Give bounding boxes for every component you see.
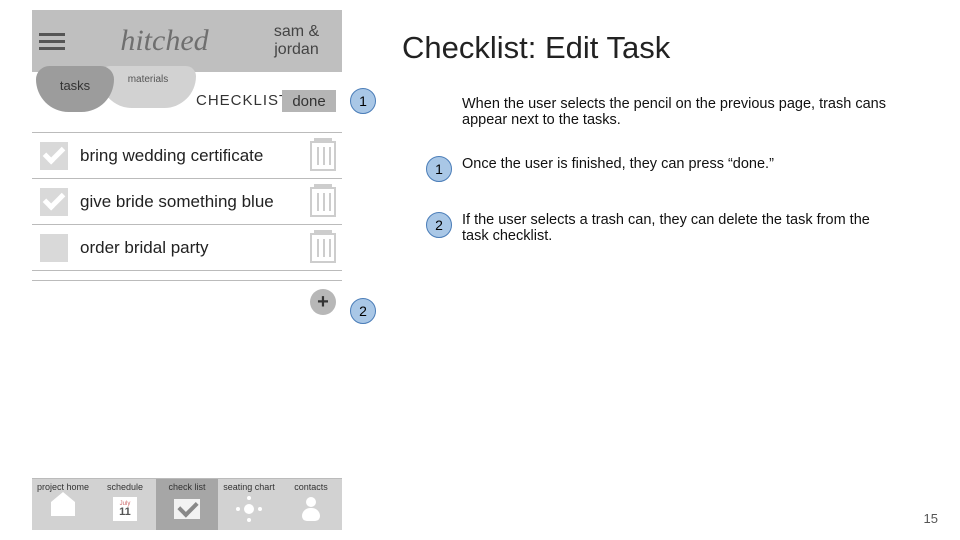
app-title: hitched [72,24,257,58]
task-row: give bride something blue [32,179,342,225]
checklist-icon [172,494,202,524]
nav-checklist[interactable]: check list [156,479,218,530]
callout-1: 1 [350,88,376,114]
nav-project-home[interactable]: project home [32,479,94,530]
task-label: order bridal party [80,238,310,258]
done-button[interactable]: done [282,90,336,112]
task-row: order bridal party [32,225,342,271]
task-label: bring wedding certificate [80,146,310,166]
nav-schedule[interactable]: schedule July11 [94,479,156,530]
annotation-number-icon: 1 [426,156,452,182]
contacts-icon [296,494,326,524]
tabs-row: materials tasks CHECKLISTS done [32,72,342,118]
page-title: Checklist: Edit Task [402,30,936,66]
annotation-2: 2 If the user selects a trash can, they … [416,212,936,244]
checkbox-icon[interactable] [40,234,68,262]
task-list: bring wedding certificate give bride som… [32,132,342,281]
callout-2: 2 [350,298,376,324]
trash-icon[interactable] [310,187,336,217]
task-row: bring wedding certificate [32,133,342,179]
app-mock: hitched sam & jordan materials tasks CHE… [32,10,342,530]
nav-contacts[interactable]: contacts [280,479,342,530]
task-label: give bride something blue [80,192,310,212]
annotation-1: 1 Once the user is finished, they can pr… [416,156,936,182]
app-header: hitched sam & jordan [32,10,342,72]
couple-name: sam & jordan [257,23,342,58]
add-row: + [32,281,342,315]
trash-icon[interactable] [310,233,336,263]
nav-seating-chart[interactable]: seating chart [218,479,280,530]
annotation-text: If the user selects a trash can, they ca… [462,212,882,244]
menu-icon[interactable] [32,33,72,50]
tab-materials[interactable]: materials [100,66,196,108]
checkbox-icon[interactable] [40,142,68,170]
seating-icon [234,494,264,524]
callout-number-icon: 1 [350,88,376,114]
calendar-icon: July11 [110,494,140,524]
callout-number-icon: 2 [350,298,376,324]
explanation-panel: Checklist: Edit Task When the user selec… [342,0,960,540]
bottom-nav: project home schedule July11 check list … [32,478,342,530]
home-icon [48,494,78,524]
annotation-number-icon: 2 [426,212,452,238]
trash-icon[interactable] [310,141,336,171]
intro-text: When the user selects the pencil on the … [462,96,892,128]
tab-tasks[interactable]: tasks [36,66,114,112]
annotation-text: Once the user is finished, they can pres… [462,156,774,172]
page-number: 15 [924,511,938,526]
checkbox-icon[interactable] [40,188,68,216]
add-button[interactable]: + [310,289,336,315]
